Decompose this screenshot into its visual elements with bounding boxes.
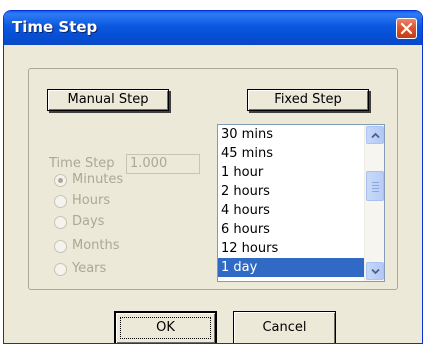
time-step-label: Time Step: [49, 156, 115, 171]
scroll-up-button[interactable]: [366, 126, 384, 144]
list-item-selected[interactable]: 1 day: [218, 258, 364, 277]
chevron-up-icon: [371, 132, 380, 139]
fixed-step-button[interactable]: Fixed Step: [247, 89, 369, 111]
ok-label: OK: [156, 320, 175, 335]
radio-button-selected[interactable]: [54, 174, 67, 187]
list-item[interactable]: 6 hours: [218, 220, 364, 239]
ok-button[interactable]: OK: [114, 311, 217, 343]
radio-label-days: Days: [72, 214, 105, 229]
cancel-label: Cancel: [262, 320, 307, 335]
radio-button[interactable]: [54, 240, 67, 253]
radio-button[interactable]: [54, 263, 67, 276]
list-item[interactable]: 30 mins: [218, 125, 364, 144]
grip-line: [372, 182, 379, 183]
radio-label-hours: Hours: [72, 193, 111, 208]
fixed-step-listbox[interactable]: 30 mins 45 mins 1 hour 2 hours 4 hours 6…: [217, 124, 385, 282]
radio-label-years: Years: [72, 261, 107, 276]
time-step-dialog: Time Step Manual Step Fixed Step Time St…: [3, 10, 423, 344]
grip-line: [372, 191, 379, 192]
list-item[interactable]: 2 hours: [218, 182, 364, 201]
list-item[interactable]: 4 hours: [218, 201, 364, 220]
radio-button[interactable]: [54, 195, 67, 208]
radio-label-minutes: Minutes: [72, 172, 124, 187]
time-step-input[interactable]: 1.000: [126, 154, 200, 174]
radio-label-months: Months: [72, 238, 120, 253]
cancel-button[interactable]: Cancel: [233, 311, 336, 343]
dialog-body: Manual Step Fixed Step Time Step 1.000 M…: [7, 45, 419, 343]
window-title: Time Step: [12, 18, 98, 36]
grip-line: [372, 188, 379, 189]
list-item[interactable]: 1 hour: [218, 163, 364, 182]
close-button[interactable]: [396, 18, 417, 39]
scroll-thumb[interactable]: [366, 171, 384, 201]
close-icon: [400, 22, 413, 35]
title-bar[interactable]: Time Step: [4, 11, 422, 45]
vertical-scrollbar[interactable]: [364, 125, 384, 281]
radio-button[interactable]: [54, 216, 67, 229]
list-item[interactable]: 12 hours: [218, 239, 364, 258]
scroll-down-button[interactable]: [366, 262, 384, 280]
fixed-step-options: 30 mins 45 mins 1 hour 2 hours 4 hours 6…: [218, 125, 364, 277]
grip-line: [372, 185, 379, 186]
chevron-down-icon: [371, 268, 380, 275]
list-item[interactable]: 45 mins: [218, 144, 364, 163]
manual-step-button[interactable]: Manual Step: [47, 89, 169, 111]
